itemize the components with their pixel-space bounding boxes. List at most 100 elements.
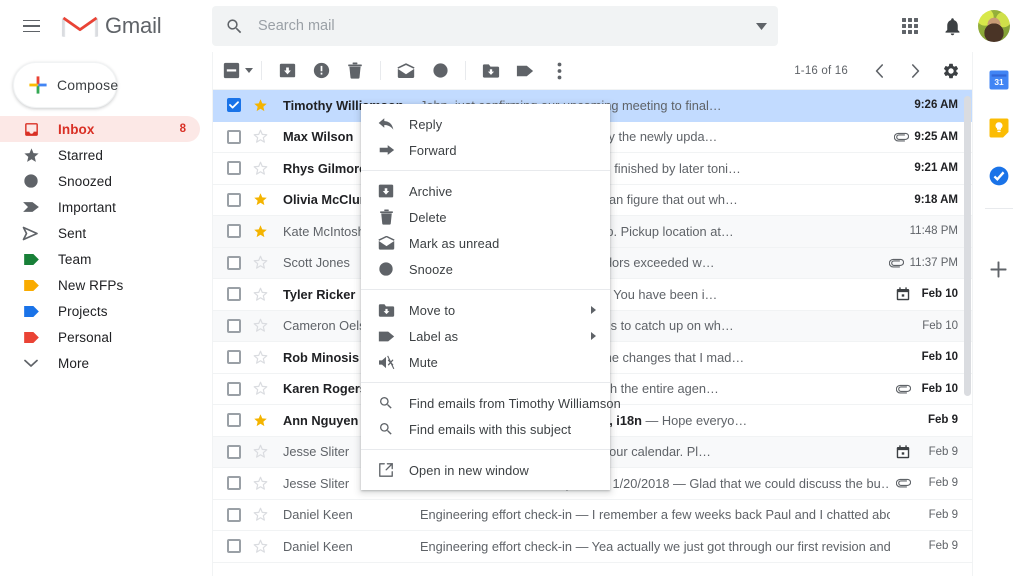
star-icon[interactable] bbox=[253, 224, 269, 239]
archive-icon[interactable] bbox=[270, 54, 304, 88]
context-menu-item-forward[interactable]: Forward bbox=[361, 137, 610, 163]
row-checkbox[interactable] bbox=[227, 98, 241, 113]
star-outline-icon[interactable] bbox=[253, 350, 269, 365]
notifications-bell-icon[interactable] bbox=[932, 6, 972, 46]
label-tag-icon bbox=[21, 253, 41, 265]
row-checkbox[interactable] bbox=[227, 129, 241, 144]
star-icon[interactable] bbox=[253, 192, 269, 207]
context-menu-item-find-emails-from-sender[interactable]: Find emails from Timothy Williamson bbox=[361, 390, 621, 416]
star-outline-icon[interactable] bbox=[253, 381, 269, 396]
sidebar-item-projects[interactable]: Projects bbox=[0, 298, 200, 324]
row-subject: Engineering effort check-in bbox=[420, 538, 572, 554]
row-date: 11:48 PM bbox=[909, 225, 958, 238]
context-menu-item-find-emails-with-subject[interactable]: Find emails with this subject bbox=[361, 416, 610, 442]
context-menu-item-label: Mute bbox=[409, 354, 438, 370]
search-bar[interactable] bbox=[212, 6, 778, 46]
move-to-folder-icon[interactable] bbox=[474, 54, 508, 88]
addons-divider bbox=[984, 208, 1013, 209]
row-checkbox[interactable] bbox=[227, 287, 241, 302]
trash-icon[interactable] bbox=[338, 54, 372, 88]
sidebar-item-team[interactable]: Team bbox=[0, 246, 200, 272]
row-checkbox[interactable] bbox=[227, 350, 241, 365]
row-checkbox[interactable] bbox=[227, 507, 241, 522]
hamburger-menu-icon[interactable] bbox=[11, 6, 51, 46]
row-checkbox[interactable] bbox=[227, 192, 241, 207]
search-options-chevron-down-icon[interactable] bbox=[744, 6, 778, 46]
more-vertical-icon[interactable] bbox=[542, 54, 576, 88]
row-checkbox[interactable] bbox=[227, 381, 241, 396]
sidebar-item-inbox[interactable]: Inbox 8 bbox=[0, 116, 200, 142]
sidebar-item-important[interactable]: Important bbox=[0, 194, 200, 220]
scrollbar-thumb[interactable] bbox=[964, 96, 971, 396]
sidebar-item-sent[interactable]: Sent bbox=[0, 220, 200, 246]
context-menu-item-open-in-new-window[interactable]: Open in new window bbox=[361, 457, 610, 483]
select-all-chevron-down-icon[interactable] bbox=[245, 68, 253, 73]
context-menu-item-label-as[interactable]: Label as bbox=[361, 323, 610, 349]
inbox-unread-count: 8 bbox=[179, 123, 186, 135]
chevron-right-icon[interactable] bbox=[898, 54, 932, 88]
star-outline-icon[interactable] bbox=[253, 539, 269, 554]
labels-tag-icon[interactable] bbox=[508, 54, 542, 88]
sidebar-item-more[interactable]: More bbox=[0, 350, 200, 376]
star-outline-icon[interactable] bbox=[253, 318, 269, 333]
star-outline-icon[interactable] bbox=[253, 287, 269, 302]
compose-label: Compose bbox=[57, 77, 119, 93]
star-outline-icon[interactable] bbox=[253, 444, 269, 459]
star-outline-icon[interactable] bbox=[253, 255, 269, 270]
row-checkbox[interactable] bbox=[227, 413, 241, 428]
list-scrollbar[interactable] bbox=[964, 96, 971, 546]
row-checkbox[interactable] bbox=[227, 255, 241, 270]
add-addon-plus-icon[interactable] bbox=[979, 249, 1019, 289]
context-menu-item-delete[interactable]: Delete bbox=[361, 204, 610, 230]
sidebar-item-label: Personal bbox=[58, 329, 113, 345]
google-tasks-icon[interactable] bbox=[979, 156, 1019, 196]
context-menu-item-move-to[interactable]: Move to bbox=[361, 297, 610, 323]
context-menu-item-snooze[interactable]: Snooze bbox=[361, 256, 610, 282]
gear-icon[interactable] bbox=[934, 54, 968, 88]
gmail-m-logo-icon bbox=[61, 12, 99, 40]
context-menu-item-reply[interactable]: Reply bbox=[361, 111, 610, 137]
addons-rail: 31 bbox=[972, 52, 1024, 576]
context-menu-item-mute[interactable]: Mute bbox=[361, 349, 610, 375]
sidebar-item-personal[interactable]: Personal bbox=[0, 324, 200, 350]
table-row[interactable]: Daniel Keen Engineering effort check-in … bbox=[213, 499, 972, 531]
row-checkbox[interactable] bbox=[227, 161, 241, 176]
snooze-clock-icon[interactable] bbox=[423, 54, 457, 88]
sidebar-item-snoozed[interactable]: Snoozed bbox=[0, 168, 200, 194]
table-row[interactable]: Daniel Keen Engineering effort check-in … bbox=[213, 531, 972, 563]
context-menu-item-label: Mark as unread bbox=[409, 235, 500, 251]
context-menu-divider bbox=[361, 170, 610, 171]
google-calendar-icon[interactable]: 31 bbox=[979, 60, 1019, 100]
row-checkbox[interactable] bbox=[227, 539, 241, 554]
row-checkbox[interactable] bbox=[227, 444, 241, 459]
row-checkbox[interactable] bbox=[227, 318, 241, 333]
sidebar-item-starred[interactable]: Starred bbox=[0, 142, 200, 168]
star-outline-icon[interactable] bbox=[253, 507, 269, 522]
gmail-wordmark: Gmail bbox=[105, 13, 162, 38]
label-tag-icon bbox=[375, 330, 397, 343]
apps-grid-icon[interactable] bbox=[890, 6, 930, 46]
star-icon[interactable] bbox=[253, 413, 269, 428]
report-spam-icon[interactable] bbox=[304, 54, 338, 88]
mark-as-unread-icon[interactable] bbox=[389, 54, 423, 88]
chevron-left-icon[interactable] bbox=[862, 54, 896, 88]
avatar[interactable] bbox=[974, 6, 1014, 46]
star-outline-icon[interactable] bbox=[253, 476, 269, 491]
search-input[interactable] bbox=[258, 18, 744, 34]
compose-button[interactable]: Compose bbox=[13, 62, 119, 108]
select-all-checkbox-icon[interactable] bbox=[223, 62, 253, 79]
gmail-brand[interactable]: Gmail bbox=[61, 12, 162, 40]
toolbar-divider bbox=[465, 61, 466, 80]
row-checkbox[interactable] bbox=[227, 476, 241, 491]
star-outline-icon[interactable] bbox=[253, 129, 269, 144]
email-context-menu: Reply Forward Archive Delete Mark as unr… bbox=[361, 104, 621, 490]
sidebar-item-label: More bbox=[58, 355, 90, 371]
star-outline-icon[interactable] bbox=[253, 161, 269, 176]
row-body: Engineering effort check-in — Yea actual… bbox=[420, 539, 890, 554]
star-icon[interactable] bbox=[253, 98, 269, 113]
context-menu-item-archive[interactable]: Archive bbox=[361, 178, 610, 204]
sidebar-item-new-rfps[interactable]: New RFPs bbox=[0, 272, 200, 298]
row-checkbox[interactable] bbox=[227, 224, 241, 239]
context-menu-item-mark-as-unread[interactable]: Mark as unread bbox=[361, 230, 610, 256]
google-keep-icon[interactable] bbox=[979, 108, 1019, 148]
